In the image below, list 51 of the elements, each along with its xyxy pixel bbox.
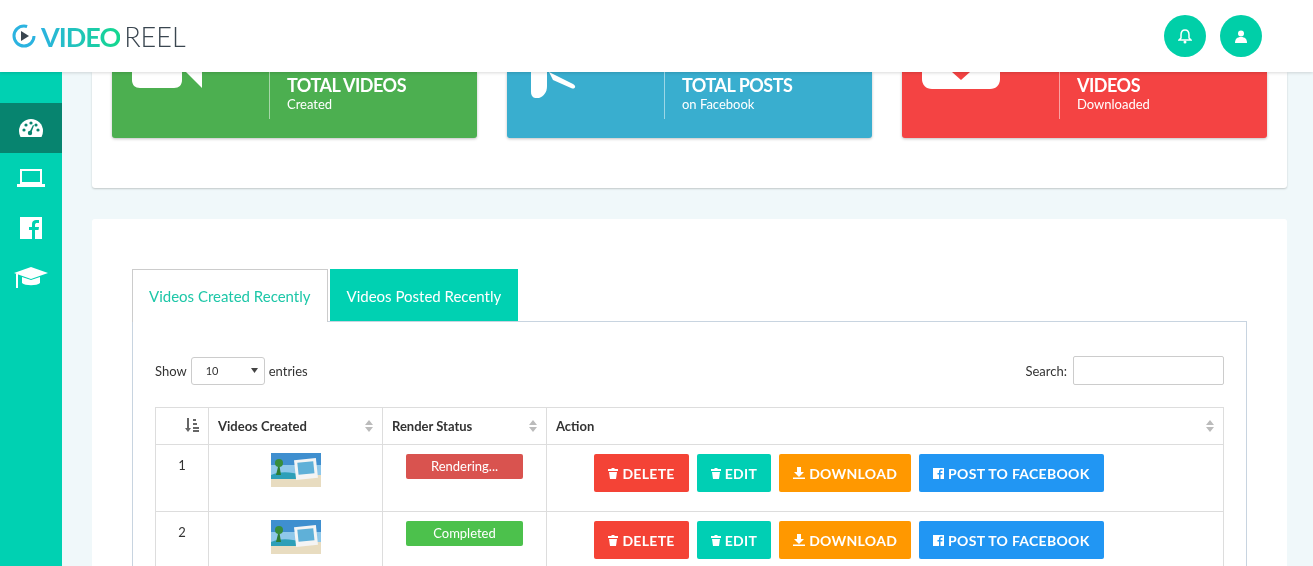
sort-arrows-icon — [365, 420, 373, 432]
user-icon — [1235, 29, 1247, 43]
search-field[interactable] — [1073, 356, 1224, 385]
stat-title: TOTAL POSTS — [682, 74, 793, 96]
sort-arrows-icon — [529, 420, 537, 432]
status-badge: Rendering... — [406, 454, 523, 479]
download-button[interactable]: DOWNLOAD — [779, 454, 912, 492]
entries-select[interactable]: 10 — [190, 356, 265, 385]
logo-text: REEL — [124, 19, 186, 53]
sidebar-item[interactable] — [0, 103, 62, 153]
column-header[interactable]: Render Status — [382, 407, 547, 445]
facebook-button[interactable]: POST TO FACEBOOK — [919, 521, 1104, 559]
graduation-cap-icon — [14, 267, 48, 289]
table-cell: 2 — [155, 511, 209, 566]
bell-icon — [1178, 28, 1192, 44]
show-label: Show — [155, 362, 187, 379]
stat-subtitle: Created — [287, 96, 334, 112]
edit-button[interactable]: EDIT — [696, 454, 772, 492]
caret-icon — [250, 368, 258, 373]
stat-subtitle: Downloaded — [1077, 96, 1150, 112]
entries-label: entries — [268, 362, 308, 379]
tab[interactable]: Videos Created Recently — [132, 269, 328, 322]
search-label: Search: — [1025, 362, 1067, 379]
stat-title: TOTAL VIDEOS — [287, 74, 407, 96]
stat-subtitle: on Facebook — [682, 96, 756, 112]
play-logo-icon — [11, 23, 37, 49]
trash-icon — [710, 534, 721, 546]
facebook-icon — [933, 467, 945, 479]
profile-button[interactable] — [1220, 15, 1262, 57]
sort-arrows-icon — [1206, 420, 1214, 432]
edit-button[interactable]: EDIT — [696, 521, 772, 559]
trash-icon — [710, 467, 721, 479]
stat-title: VIDEOS — [1077, 74, 1141, 96]
delete-button[interactable]: DELETE — [594, 521, 689, 559]
download-button[interactable]: DOWNLOAD — [779, 521, 912, 559]
column-header[interactable]: Action — [546, 407, 1224, 445]
table-cell: 1 — [155, 444, 209, 512]
delete-button[interactable]: DELETE — [594, 454, 689, 492]
facebook-icon — [20, 217, 42, 239]
tab[interactable]: Videos Posted Recently — [329, 269, 519, 321]
facebook-icon — [933, 534, 945, 546]
column-header[interactable] — [155, 407, 209, 445]
gauge-icon — [18, 118, 44, 138]
facebook-button[interactable]: POST TO FACEBOOK — [919, 454, 1104, 492]
laptop-icon — [17, 169, 45, 187]
notifications-button[interactable] — [1164, 15, 1206, 57]
sort-icon — [185, 417, 199, 432]
status-badge: Completed — [406, 521, 523, 546]
trash-icon — [608, 534, 619, 546]
column-header[interactable]: Videos Created — [208, 407, 383, 445]
trash-icon — [608, 467, 619, 479]
